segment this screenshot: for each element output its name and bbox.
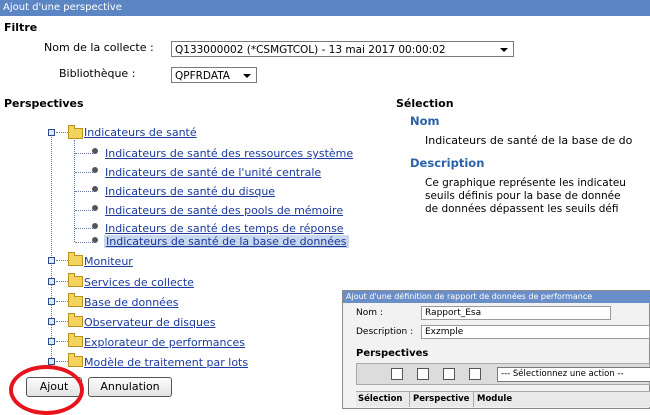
- selection-description-line: Ce graphique représente les indicateu: [425, 177, 626, 189]
- edit-icon[interactable]: [469, 368, 481, 380]
- folder-open-icon: [68, 125, 83, 139]
- chevron-down-icon: [500, 48, 508, 52]
- dialog-name-field[interactable]: Rapport_Esa: [421, 306, 611, 320]
- dialog-name-label: Nom :: [356, 308, 383, 318]
- tree-connector: [56, 301, 68, 302]
- column-header-perspective[interactable]: Perspective: [409, 392, 469, 407]
- dialog-toolbar: --- Sélectionnez une action --: [356, 363, 650, 385]
- bullet-icon: [92, 237, 98, 243]
- deselect-icon[interactable]: [443, 368, 455, 380]
- select-all-icon[interactable]: [391, 368, 403, 380]
- folder-icon: [68, 293, 83, 307]
- bullet-icon: [92, 186, 98, 192]
- expand-icon[interactable]: [48, 318, 55, 325]
- dialog-description-field[interactable]: Exzmple: [421, 325, 650, 339]
- tree-connector: [51, 132, 52, 362]
- tree-item-system-resources[interactable]: Indicateurs de santé des ressources syst…: [105, 147, 353, 160]
- bullet-icon: [92, 205, 98, 211]
- expand-icon[interactable]: [48, 257, 55, 264]
- collection-select[interactable]: Q133000002 (*CSMGTCOL) - 13 mai 2017 00:…: [171, 41, 514, 57]
- tree-connector: [56, 341, 68, 342]
- dialog-action-select[interactable]: --- Sélectionnez une action --: [497, 367, 650, 382]
- tree-item-memory-pools[interactable]: Indicateurs de santé des pools de mémoir…: [105, 204, 343, 217]
- report-definition-dialog: Ajout d'une définition de rapport de don…: [342, 290, 650, 409]
- tree-connector: [56, 281, 68, 282]
- folder-icon: [68, 353, 83, 367]
- column-header-module[interactable]: Module: [473, 392, 512, 407]
- selection-description-heading: Description: [410, 156, 485, 170]
- highlight-circle: [9, 365, 84, 415]
- dialog-perspectives-heading: Perspectives: [356, 348, 429, 359]
- folder-icon: [68, 333, 83, 347]
- bullet-icon: [92, 223, 98, 229]
- folder-icon: [68, 252, 83, 266]
- selection-description-line: de données dépassent les seuils défi: [425, 203, 619, 215]
- dialog-title: Ajout d'une définition de rapport de don…: [343, 291, 650, 303]
- collection-select-value: Q133000002 (*CSMGTCOL) - 13 mai 2017 00:…: [175, 44, 446, 56]
- tree-connector: [75, 172, 93, 173]
- tree-item-collection-services[interactable]: Services de collecte: [84, 276, 194, 289]
- filter-heading: Filtre: [4, 21, 38, 34]
- collapse-icon[interactable]: [48, 129, 55, 136]
- tree-item-health-indicators[interactable]: Indicateurs de santé: [84, 126, 197, 139]
- tree-item-performance-explorer[interactable]: Explorateur de performances: [84, 336, 245, 349]
- perspectives-heading: Perspectives: [4, 97, 84, 110]
- library-label: Bibliothèque :: [59, 67, 136, 80]
- tree-connector: [56, 321, 68, 322]
- tree-connector: [75, 210, 93, 211]
- column-header-selection[interactable]: Sélection: [358, 392, 402, 407]
- library-select-value: QPFRDATA: [175, 70, 230, 82]
- tree-item-database-selected[interactable]: Indicateurs de santé de la base de donné…: [104, 235, 349, 248]
- dialog-description-label: Description :: [356, 327, 414, 337]
- window-title: Ajout d'une perspective: [0, 0, 650, 16]
- tree-connector: [75, 242, 93, 243]
- expand-icon[interactable]: [48, 298, 55, 305]
- tree-item-cpu[interactable]: Indicateurs de santé de l'unité centrale: [105, 166, 321, 179]
- tree-connector: [56, 132, 68, 133]
- tree-item-monitor[interactable]: Moniteur: [84, 255, 133, 268]
- selection-name-heading: Nom: [410, 114, 440, 128]
- expand-icon[interactable]: [48, 338, 55, 345]
- folder-icon: [68, 313, 83, 327]
- tree-connector: [56, 260, 68, 261]
- selection-heading: Sélection: [396, 97, 454, 110]
- tree-item-database[interactable]: Base de données: [84, 296, 178, 309]
- tree-item-disk[interactable]: Indicateurs de santé du disque: [105, 185, 275, 198]
- tree-item-response-times[interactable]: Indicateurs de santé des temps de répons…: [105, 222, 344, 235]
- expand-icon[interactable]: [48, 278, 55, 285]
- library-select[interactable]: QPFRDATA: [171, 67, 257, 83]
- selection-description-line: seuils définis pour la base de donnée: [425, 190, 621, 202]
- folder-icon: [68, 273, 83, 287]
- tree-item-disk-watcher[interactable]: Observateur de disques: [84, 316, 215, 329]
- bullet-icon: [92, 148, 98, 154]
- tree-connector: [56, 361, 68, 362]
- dialog-table-header: Sélection Perspective Module: [356, 391, 650, 407]
- expand-icon[interactable]: [48, 358, 55, 365]
- copy-icon[interactable]: [417, 368, 429, 380]
- tree-connector: [75, 228, 93, 229]
- tree-connector: [75, 153, 93, 154]
- bullet-icon: [92, 167, 98, 173]
- collection-label: Nom de la collecte :: [44, 41, 154, 54]
- chevron-down-icon: [243, 74, 251, 78]
- selection-name-value: Indicateurs de santé de la base de do: [425, 134, 633, 147]
- tree-item-batch-model[interactable]: Modèle de traitement par lots: [84, 356, 248, 369]
- cancel-button[interactable]: Annulation: [88, 377, 172, 397]
- tree-connector: [75, 191, 93, 192]
